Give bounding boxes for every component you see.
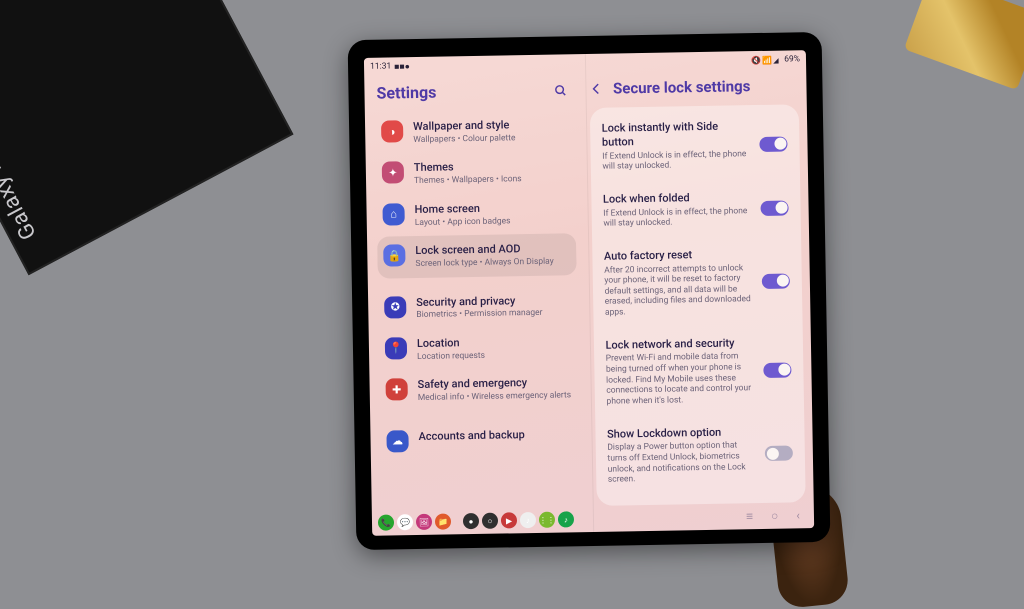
tablet-frame: 11:31 ■ ■ ● 69% Settings ◑Wallpap bbox=[348, 32, 831, 550]
option-desc: After 20 incorrect attempts to unlock yo… bbox=[604, 263, 754, 319]
chevron-left-icon bbox=[589, 82, 603, 96]
option-desc: If Extend Unlock is in effect, the phone… bbox=[602, 149, 752, 173]
option-desc: If Extend Unlock is in effect, the phone… bbox=[603, 206, 753, 230]
settings-list[interactable]: ◑ Wallpaper and styleWallpapers • Colour … bbox=[375, 109, 580, 509]
option-row[interactable]: Lock instantly with Side buttonIf Extend… bbox=[591, 108, 798, 182]
option-title: Show Lockdown option bbox=[607, 425, 757, 441]
settings-row[interactable]: ✚ Safety and emergencyMedical info • Wire… bbox=[379, 367, 578, 412]
product-box-label: Galaxy Z Fold6 bbox=[0, 98, 42, 243]
row-title: Safety and emergency bbox=[417, 376, 571, 392]
row-icon: ✦ bbox=[382, 162, 404, 184]
taskbar-app[interactable]: ▶ bbox=[501, 512, 517, 528]
row-icon: ✚ bbox=[386, 378, 408, 400]
toggle-switch[interactable] bbox=[762, 273, 790, 288]
row-subtitle: Location requests bbox=[417, 350, 485, 362]
search-icon bbox=[553, 83, 567, 97]
taskbar-app[interactable]: 🖼 bbox=[416, 514, 432, 530]
toggle-switch[interactable] bbox=[759, 136, 787, 151]
settings-title: Settings bbox=[376, 83, 436, 103]
back-button[interactable] bbox=[589, 81, 605, 97]
option-title: Lock when folded bbox=[603, 190, 753, 206]
clock: 11:31 bbox=[370, 61, 391, 71]
toggle-switch[interactable] bbox=[760, 200, 788, 215]
settings-row[interactable]: 🔒 Lock screen and AODScreen lock type • A… bbox=[377, 233, 576, 278]
settings-row[interactable]: ✪ Security and privacyBiometrics • Permis… bbox=[378, 285, 577, 330]
option-desc: Display a Power button option that turns… bbox=[607, 440, 757, 485]
signal-icon bbox=[773, 56, 781, 64]
product-box-prop: Galaxy Z Fold6 bbox=[0, 0, 293, 275]
option-row[interactable]: Lock when foldedIf Extend Unlock is in e… bbox=[593, 179, 799, 240]
row-title: Themes bbox=[414, 160, 522, 176]
back-key[interactable]: ‹ bbox=[796, 508, 800, 522]
row-subtitle: Screen lock type • Always On Display bbox=[415, 256, 553, 269]
toggle-switch[interactable] bbox=[765, 446, 793, 461]
taskbar-app[interactable]: ⋮⋮ bbox=[539, 512, 555, 528]
row-subtitle: Themes • Wallpapers • Icons bbox=[414, 174, 522, 187]
taskbar-app[interactable]: 📁 bbox=[435, 513, 451, 529]
row-icon: ☁ bbox=[386, 430, 408, 452]
taskbar-app[interactable]: 📞 bbox=[378, 514, 394, 530]
settings-master-pane: Settings ◑ Wallpaper and styleWallpapers … bbox=[364, 72, 588, 510]
taskbar-app[interactable]: ○ bbox=[482, 513, 498, 529]
nav-softkeys: ≡ ○ ‹ bbox=[746, 508, 808, 523]
settings-row[interactable]: ⌂ Home screenLayout • App icon badges bbox=[376, 192, 575, 237]
row-icon: ⌂ bbox=[382, 203, 404, 225]
row-subtitle: Layout • App icon badges bbox=[415, 216, 511, 228]
settings-row[interactable]: ◑ Wallpaper and styleWallpapers • Colour … bbox=[375, 109, 574, 154]
taskbar-app[interactable]: ● bbox=[463, 513, 479, 529]
row-icon: 🔒 bbox=[383, 244, 405, 266]
row-icon: ✪ bbox=[384, 296, 406, 318]
row-title: Lock screen and AOD bbox=[415, 242, 553, 258]
volume-mute-icon bbox=[751, 56, 759, 64]
option-row[interactable]: Show Lockdown optionDisplay a Power butt… bbox=[597, 414, 804, 496]
taskbar-apps: 📞💬🖼📁●○▶♪⋮⋮♪ bbox=[378, 511, 574, 530]
row-icon: 📍 bbox=[385, 337, 407, 359]
notif-dots: ■ ■ ● bbox=[394, 61, 409, 72]
toggle-switch[interactable] bbox=[763, 362, 791, 377]
row-title: Accounts and backup bbox=[418, 428, 524, 444]
row-title: Security and privacy bbox=[416, 293, 542, 309]
wifi-icon bbox=[762, 56, 770, 64]
row-subtitle: Wallpapers • Colour palette bbox=[413, 133, 515, 145]
wood-block-prop bbox=[904, 0, 1024, 90]
search-button[interactable] bbox=[551, 81, 569, 99]
option-row[interactable]: Lock network and securityPrevent Wi-Fi a… bbox=[595, 325, 802, 417]
settings-row[interactable]: ✦ ThemesThemes • Wallpapers • Icons bbox=[376, 151, 575, 196]
tablet-screen: 11:31 ■ ■ ● 69% Settings ◑Wallpap bbox=[364, 50, 814, 536]
option-row[interactable]: Auto factory resetAfter 20 incorrect att… bbox=[594, 236, 801, 328]
settings-row[interactable]: ☁ Accounts and backup bbox=[380, 419, 579, 460]
option-title: Lock network and security bbox=[605, 336, 755, 352]
settings-detail-pane: Secure lock settings Lock instantly with… bbox=[581, 68, 814, 506]
taskbar-app[interactable]: ♪ bbox=[520, 512, 536, 528]
row-title: Location bbox=[417, 336, 485, 351]
detail-title: Secure lock settings bbox=[613, 77, 751, 97]
options-card[interactable]: Lock instantly with Side buttonIf Extend… bbox=[589, 104, 805, 506]
row-title: Home screen bbox=[414, 201, 510, 216]
row-subtitle: Medical info • Wireless emergency alerts bbox=[418, 390, 572, 403]
option-desc: Prevent Wi-Fi and mobile data from being… bbox=[606, 351, 756, 407]
settings-row[interactable]: 📍 LocationLocation requests bbox=[379, 326, 578, 371]
taskbar-app[interactable]: 💬 bbox=[397, 514, 413, 530]
option-title: Auto factory reset bbox=[604, 247, 754, 263]
option-title: Lock instantly with Side button bbox=[602, 119, 752, 149]
row-icon: ◑ bbox=[381, 120, 403, 142]
recents-key[interactable]: ≡ bbox=[746, 509, 753, 523]
home-key[interactable]: ○ bbox=[771, 509, 778, 523]
battery-pct: 69% bbox=[784, 54, 800, 64]
row-subtitle: Biometrics • Permission manager bbox=[416, 308, 542, 321]
taskbar-app[interactable]: ♪ bbox=[558, 511, 574, 527]
row-title: Wallpaper and style bbox=[413, 118, 515, 134]
